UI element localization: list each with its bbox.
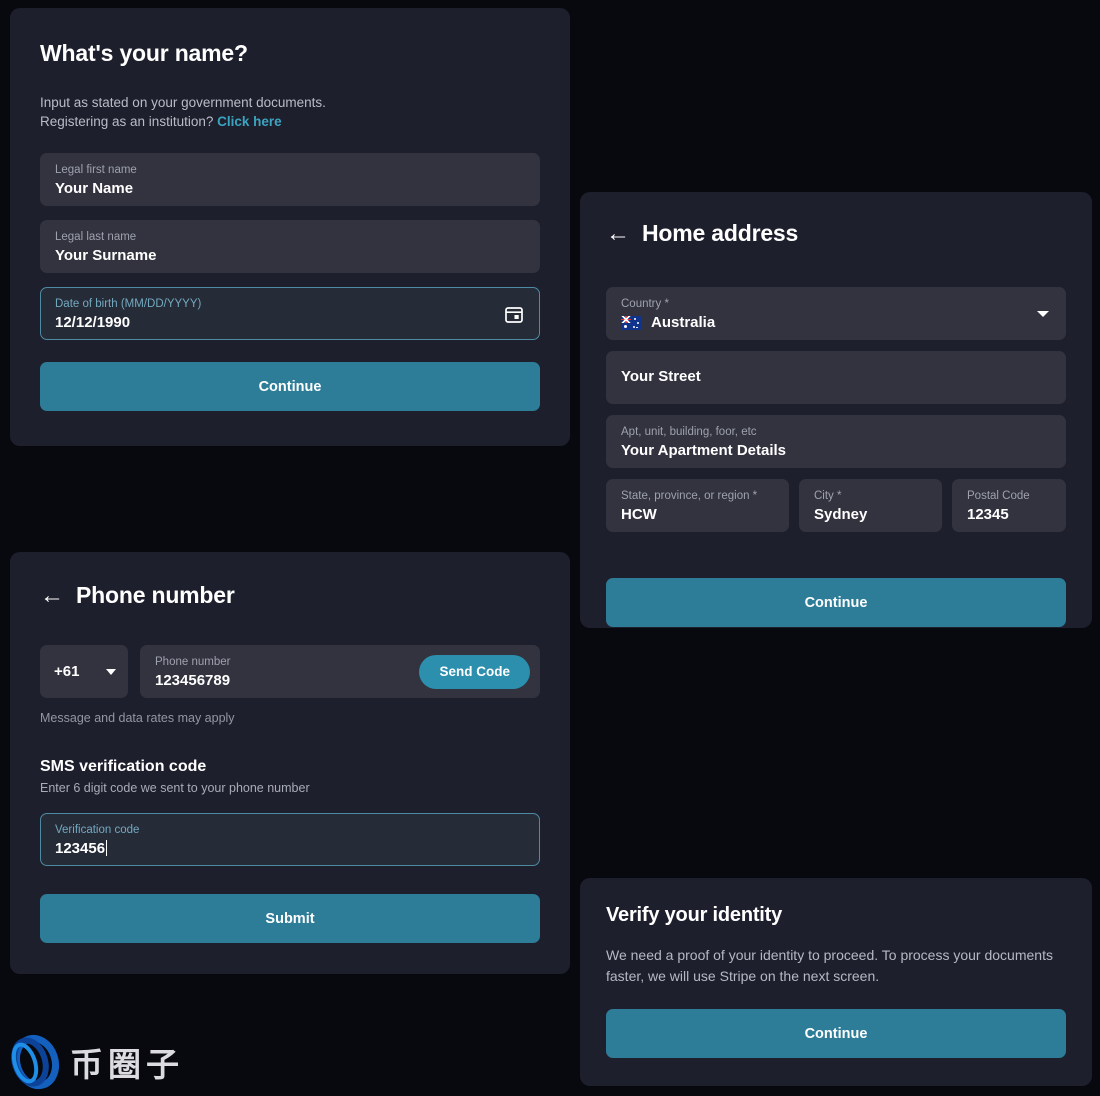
country-select-field[interactable]: Country * Australia	[606, 287, 1066, 340]
address-card-title: Home address	[642, 220, 798, 247]
address-region-row: State, province, or region * HCW City * …	[606, 479, 1066, 543]
name-card: What's your name? Input as stated on you…	[10, 8, 570, 446]
state-field[interactable]: State, province, or region * HCW	[606, 479, 789, 532]
verification-code-field[interactable]: Verification code 123456	[40, 813, 540, 866]
page-title: What's your name?	[40, 40, 540, 67]
submit-button[interactable]: Submit	[40, 894, 540, 943]
watermark-logo-icon	[6, 1034, 62, 1090]
state-value: HCW	[621, 504, 774, 526]
country-code-select[interactable]: +61	[40, 645, 128, 698]
verification-code-label: Verification code	[55, 823, 525, 837]
last-name-field[interactable]: Legal last name Your Surname	[40, 220, 540, 273]
back-arrow-icon[interactable]: ←	[606, 222, 630, 246]
sms-section-title: SMS verification code	[40, 758, 540, 776]
phone-input-row: +61 Phone number 123456789 Send Code	[40, 645, 540, 698]
country-value: Australia	[651, 312, 715, 334]
address-continue-button[interactable]: Continue	[606, 578, 1066, 627]
city-field[interactable]: City * Sydney	[799, 479, 942, 532]
verification-code-value: 123456	[55, 840, 105, 857]
name-card-subtext: Input as stated on your government docum…	[40, 93, 540, 131]
phone-card-title: Phone number	[76, 582, 235, 609]
verification-code-value-wrap: 123456	[55, 838, 525, 860]
phone-card-header: ← Phone number	[40, 582, 540, 609]
postal-code-field[interactable]: Postal Code 12345	[952, 479, 1066, 532]
phone-number-field[interactable]: Phone number 123456789 Send Code	[140, 645, 540, 698]
street-value: Your Street	[621, 366, 701, 388]
address-card: ← Home address Country * Australia Your …	[580, 192, 1092, 628]
chevron-down-icon[interactable]	[1037, 311, 1049, 317]
city-value: Sydney	[814, 504, 927, 526]
country-value-row: Australia	[621, 311, 1051, 334]
date-of-birth-field[interactable]: Date of birth (MM/DD/YYYY) 12/12/1990	[40, 287, 540, 340]
calendar-icon[interactable]	[505, 305, 523, 323]
country-code-value: +61	[54, 663, 79, 680]
send-code-button[interactable]: Send Code	[419, 655, 530, 689]
last-name-value: Your Surname	[55, 245, 525, 267]
apartment-value: Your Apartment Details	[621, 440, 1051, 462]
identity-card-body: We need a proof of your identity to proc…	[606, 945, 1066, 987]
screenshot-root: What's your name? Input as stated on you…	[0, 0, 1100, 1096]
first-name-label: Legal first name	[55, 163, 525, 177]
subtext-line-2: Registering as an institution?	[40, 114, 213, 129]
australia-flag-icon	[621, 316, 641, 330]
back-arrow-icon[interactable]: ←	[40, 584, 64, 608]
text-cursor	[106, 840, 107, 856]
date-of-birth-value: 12/12/1990	[55, 312, 525, 334]
watermark-text: 币圈子	[70, 1038, 184, 1086]
watermark: 币圈子	[6, 1034, 184, 1090]
message-rates-hint: Message and data rates may apply	[40, 711, 540, 725]
identity-card: Verify your identity We need a proof of …	[580, 878, 1092, 1086]
chevron-down-icon	[106, 669, 116, 675]
identity-continue-button[interactable]: Continue	[606, 1009, 1066, 1058]
date-of-birth-label: Date of birth (MM/DD/YYYY)	[55, 297, 525, 311]
apartment-field[interactable]: Apt, unit, building, foor, etc Your Apar…	[606, 415, 1066, 468]
state-label: State, province, or region *	[621, 489, 774, 503]
postal-code-label: Postal Code	[967, 489, 1051, 503]
name-continue-button[interactable]: Continue	[40, 362, 540, 411]
last-name-label: Legal last name	[55, 230, 525, 244]
country-label: Country *	[621, 297, 1051, 311]
register-institution-link[interactable]: Click here	[217, 114, 282, 129]
first-name-field[interactable]: Legal first name Your Name	[40, 153, 540, 206]
postal-code-value: 12345	[967, 504, 1051, 526]
apartment-label: Apt, unit, building, foor, etc	[621, 425, 1051, 439]
address-card-header: ← Home address	[606, 220, 1066, 247]
identity-card-title: Verify your identity	[606, 904, 1066, 927]
first-name-value: Your Name	[55, 178, 525, 200]
street-field[interactable]: Your Street	[606, 351, 1066, 404]
city-label: City *	[814, 489, 927, 503]
sms-section-subtitle: Enter 6 digit code we sent to your phone…	[40, 781, 540, 795]
phone-card: ← Phone number +61 Phone number 12345678…	[10, 552, 570, 974]
subtext-line-1: Input as stated on your government docum…	[40, 95, 326, 110]
